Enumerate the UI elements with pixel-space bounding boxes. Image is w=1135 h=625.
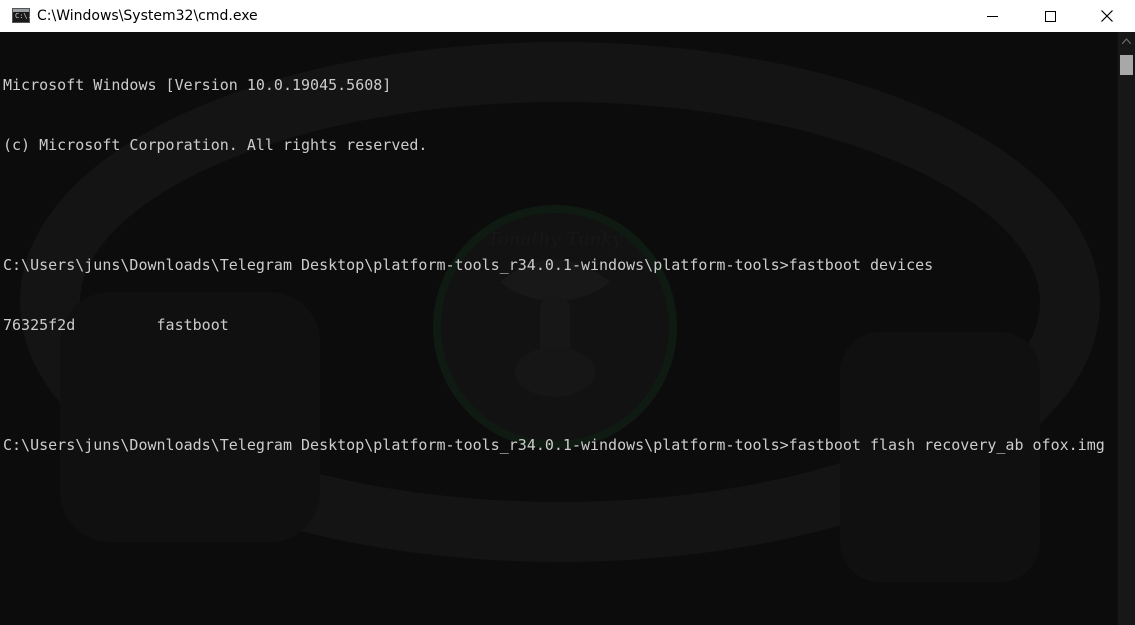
close-button[interactable] [1079,0,1135,32]
minimize-icon [986,15,998,17]
console-area[interactable]: Tonathy Tunky Microsoft Windows [Version… [0,32,1118,625]
close-icon [1101,10,1113,22]
window-title: C:\Windows\System32\cmd.exe [37,8,258,24]
console-line: C:\Users\juns\Downloads\Telegram Desktop… [3,256,934,274]
scrollbar-thumb[interactable] [1120,55,1133,75]
maximize-icon [1044,10,1056,22]
scroll-up-arrow-icon[interactable] [1118,32,1135,49]
cmd-window: C:\. C:\Windows\System32\cmd.exe Tonathy… [0,0,1135,625]
console-line: (c) Microsoft Corporation. All rights re… [3,136,428,154]
cmd-app-icon[interactable]: C:\. [12,8,32,23]
maximize-button[interactable] [1021,0,1079,32]
vertical-scrollbar[interactable] [1118,32,1135,625]
command-prompt-line[interactable]: C:\Users\juns\Downloads\Telegram Desktop… [3,435,1105,455]
scroll-down-arrow[interactable] [1118,608,1135,625]
app-icon-label: C:\. [15,12,32,20]
console-line: Microsoft Windows [Version 10.0.19045.56… [3,76,392,94]
console-line: 76325f2d fastboot [3,316,229,334]
console-output: Microsoft Windows [Version 10.0.19045.56… [3,35,1105,495]
minimize-button[interactable] [963,0,1021,32]
title-bar[interactable]: C:\. C:\Windows\System32\cmd.exe [0,0,1135,32]
